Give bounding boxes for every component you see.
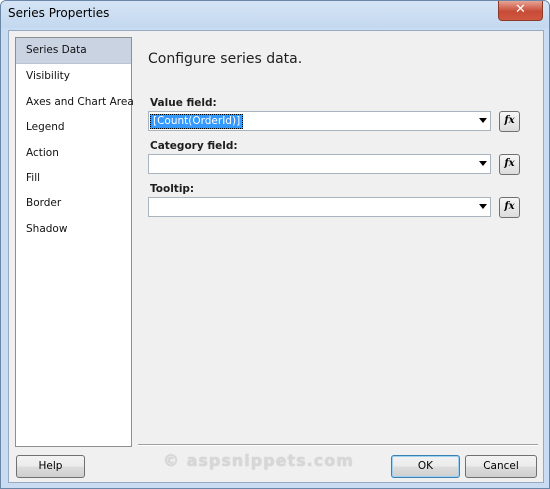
category-field-label: Category field: <box>150 140 238 152</box>
series-properties-dialog: Series Properties ✕ Series Data Visibili… <box>0 0 550 489</box>
tooltip-expression-button[interactable]: fx <box>499 197 520 218</box>
sidebar-item-border[interactable]: Border <box>16 191 131 216</box>
sidebar-item-axes-and-chart-area[interactable]: Axes and Chart Area <box>16 90 134 115</box>
sidebar-item-legend[interactable]: Legend <box>16 115 131 140</box>
chevron-down-icon[interactable] <box>479 161 487 166</box>
cancel-button[interactable]: Cancel <box>465 455 537 478</box>
sidebar-item-shadow[interactable]: Shadow <box>16 217 131 242</box>
watermark: © aspsnippets.com <box>163 451 354 470</box>
page-heading: Configure series data. <box>148 51 303 67</box>
value-field-combobox[interactable]: [Count(OrderId)] <box>148 111 491 131</box>
tooltip-combobox[interactable] <box>148 197 491 217</box>
dialog-client-area: Series Data Visibility Axes and Chart Ar… <box>8 30 544 483</box>
footer-divider <box>138 444 538 446</box>
value-field-label: Value field: <box>150 97 217 109</box>
function-icon: fx <box>504 115 515 126</box>
chevron-down-icon[interactable] <box>479 204 487 209</box>
window-title: Series Properties <box>8 6 110 20</box>
close-button[interactable]: ✕ <box>498 1 543 21</box>
close-icon: ✕ <box>515 2 526 17</box>
tooltip-label: Tooltip: <box>150 183 195 195</box>
ok-button[interactable]: OK <box>391 455 460 478</box>
category-field-combobox[interactable] <box>148 154 491 174</box>
sidebar-nav: Series Data Visibility Axes and Chart Ar… <box>15 37 134 447</box>
sidebar-item-fill[interactable]: Fill <box>16 166 131 191</box>
category-field-expression-button[interactable]: fx <box>499 154 520 175</box>
sidebar-item-series-data[interactable]: Series Data <box>16 38 131 65</box>
function-icon: fx <box>504 158 515 169</box>
function-icon: fx <box>504 201 515 212</box>
sidebar-item-visibility[interactable]: Visibility <box>16 64 131 89</box>
help-button[interactable]: Help <box>16 455 85 478</box>
sidebar-item-action[interactable]: Action <box>16 141 131 166</box>
value-field-expression-button[interactable]: fx <box>499 111 520 132</box>
title-bar[interactable]: Series Properties ✕ <box>1 1 549 28</box>
chevron-down-icon[interactable] <box>479 118 487 123</box>
value-field-selected-text: [Count(OrderId)] <box>150 114 244 129</box>
